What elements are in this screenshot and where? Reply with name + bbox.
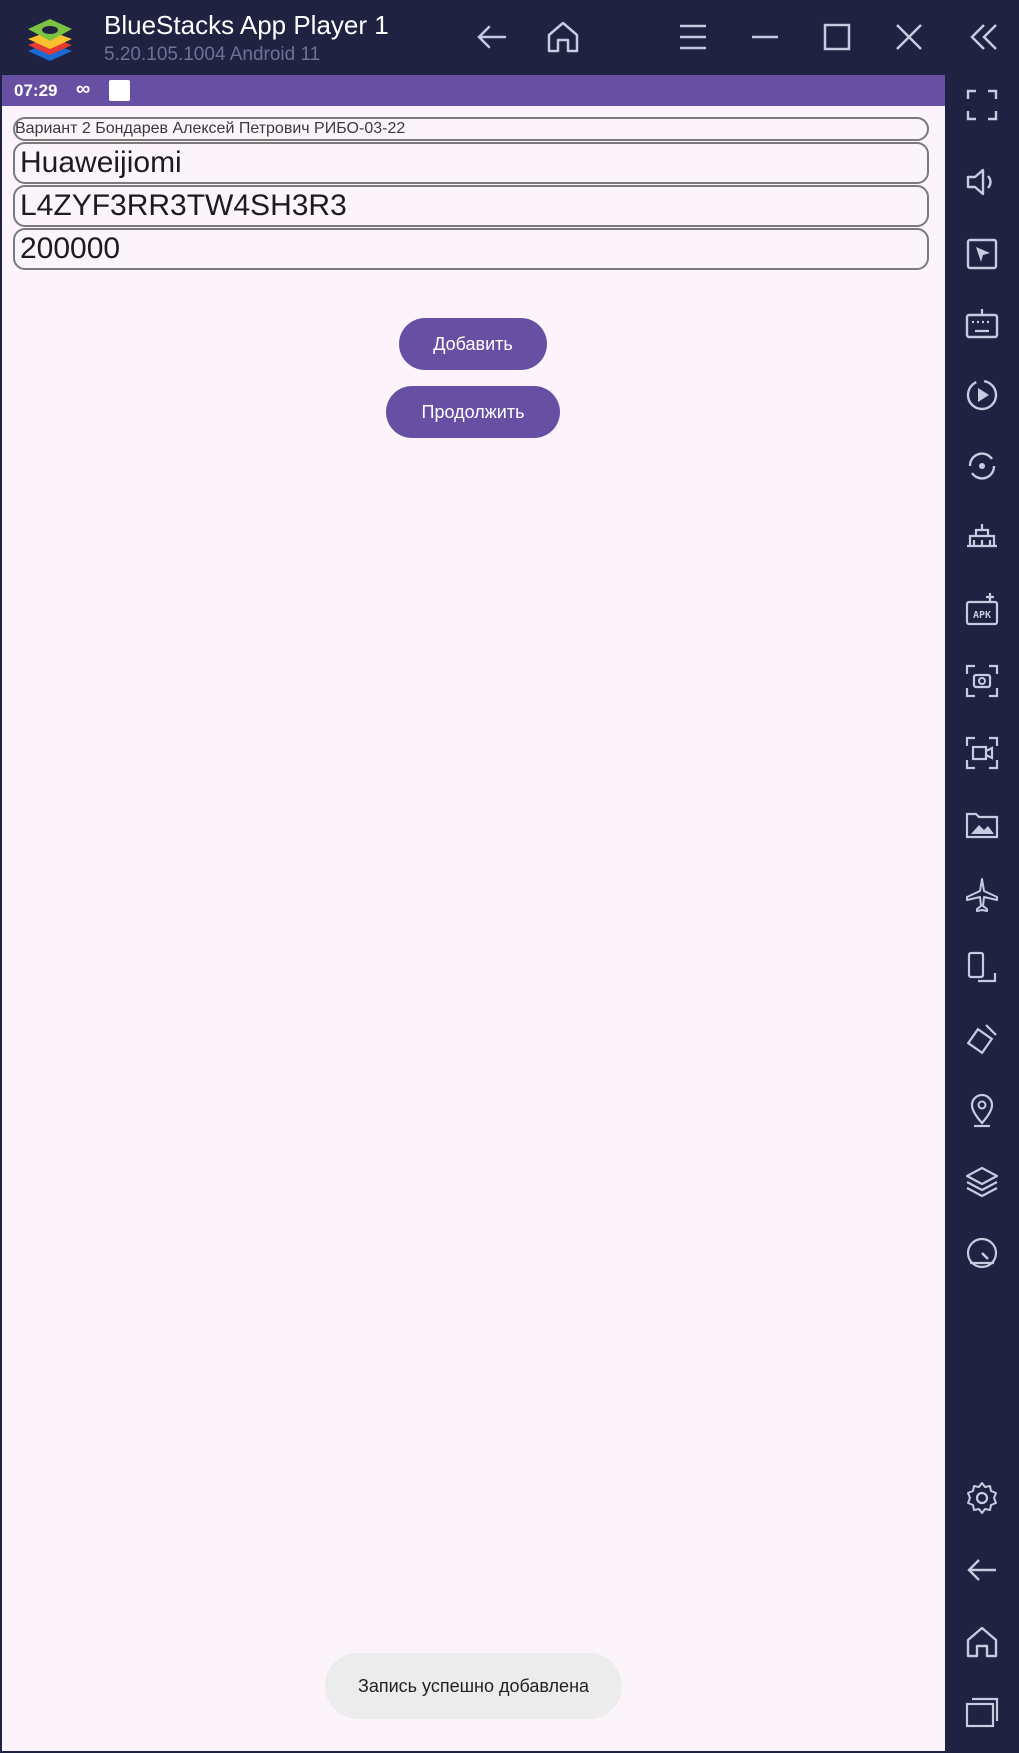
status-bar: 07:29 ∞ [2, 75, 945, 106]
layers-icon[interactable] [962, 1162, 1002, 1202]
screenshot-icon[interactable] [962, 661, 1002, 701]
device-icon[interactable] [962, 948, 1002, 988]
add-button[interactable]: Добавить [399, 318, 547, 370]
volume-icon[interactable] [962, 162, 1002, 202]
android-home-icon[interactable] [962, 1622, 1002, 1662]
keyboard-icon[interactable] [962, 304, 1002, 344]
apk-icon[interactable]: APK [962, 589, 1002, 629]
location-icon[interactable] [962, 1090, 1002, 1130]
collapse-sidebar-icon[interactable] [962, 16, 1004, 58]
menu-icon[interactable] [672, 16, 714, 58]
window-version: 5.20.105.1004 Android 11 [104, 44, 321, 65]
notification-square-icon [109, 80, 130, 101]
header-text-field[interactable]: Вариант 2 Бондарев Алексей Петрович РИБО… [13, 117, 929, 141]
airplane-icon[interactable] [962, 875, 1002, 915]
svg-text:APK: APK [973, 610, 991, 621]
back-icon[interactable] [471, 16, 513, 58]
brand-field[interactable]: Huaweijiomi [13, 142, 929, 184]
status-time: 07:29 [14, 81, 58, 100]
title-bar: BlueStacks App Player 1 5.20.105.1004 An… [0, 0, 1019, 75]
android-back-icon[interactable] [962, 1550, 1002, 1590]
continue-button[interactable]: Продолжить [386, 386, 560, 438]
amount-field[interactable]: 200000 [13, 228, 929, 270]
pointer-icon[interactable] [962, 234, 1002, 274]
settings-icon[interactable] [962, 1478, 1002, 1518]
gallery-icon[interactable] [962, 804, 1002, 844]
bluestacks-sidebar: APK [945, 75, 1019, 1753]
fullscreen-icon[interactable] [962, 85, 1002, 125]
minimize-icon[interactable] [744, 16, 786, 58]
maximize-icon[interactable] [816, 16, 858, 58]
infinity-icon: ∞ [76, 78, 91, 100]
rotate-sync-icon[interactable] [962, 446, 1002, 486]
macro-icon[interactable] [962, 375, 1002, 415]
recents-icon[interactable] [962, 1692, 1002, 1732]
bluestacks-logo-icon [24, 13, 76, 65]
close-icon[interactable] [888, 16, 930, 58]
toast-message: Запись успешно добавлена [325, 1653, 622, 1719]
record-icon[interactable] [962, 733, 1002, 773]
android-screen: 07:29 ∞ Вариант 2 Бондарев Алексей Петро… [2, 75, 945, 1751]
code-field[interactable]: L4ZYF3RR3TW4SH3R3 [13, 185, 929, 227]
eco-icon[interactable] [962, 1019, 1002, 1059]
home-icon[interactable] [542, 16, 584, 58]
build-icon[interactable] [962, 518, 1002, 558]
window-title: BlueStacks App Player 1 [104, 10, 389, 40]
performance-icon[interactable] [962, 1233, 1002, 1273]
